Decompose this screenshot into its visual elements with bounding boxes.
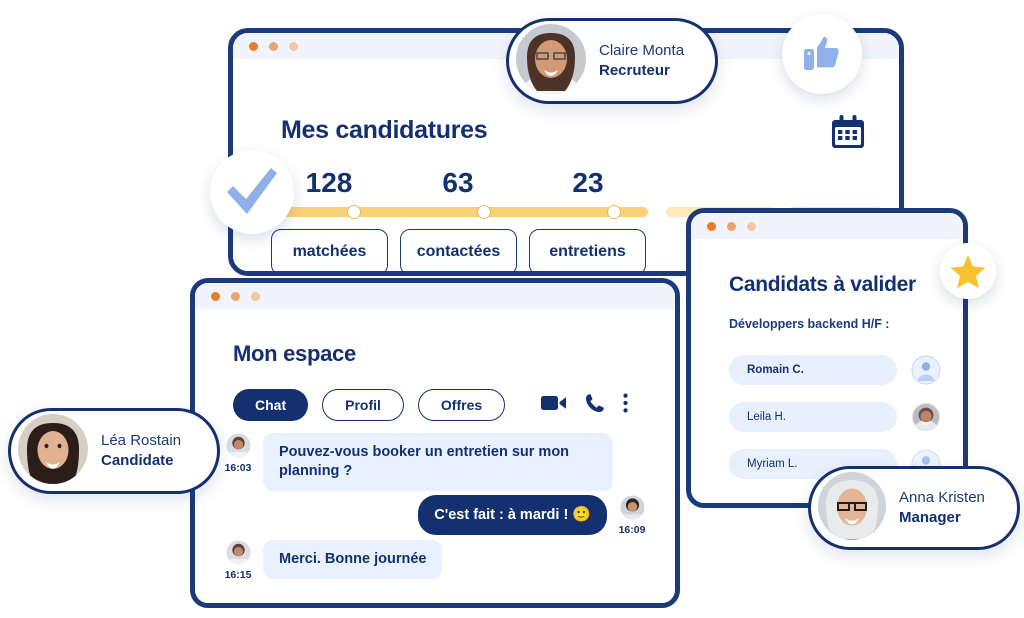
checkmark-badge: [210, 150, 294, 234]
avatar: [911, 402, 941, 432]
tab-bar: Chat Profil Offres: [233, 389, 675, 421]
close-dot[interactable]: [249, 41, 258, 51]
maximize-dot[interactable]: [747, 221, 756, 231]
message-bubble: C'est fait : à mardi ! 🙂: [418, 494, 607, 535]
person-info: Léa Rostain Candidate: [101, 431, 181, 472]
close-dot[interactable]: [211, 291, 220, 301]
illustration-stage: Mes candidatures 128 63 23 matchées cont…: [0, 0, 1024, 618]
candidate-name: Romain C.: [729, 355, 897, 385]
avatar: [515, 23, 587, 100]
calendar-icon[interactable]: [829, 115, 867, 156]
candidats-title: Candidats à valider: [729, 273, 916, 296]
thumbs-up-icon: [804, 36, 839, 70]
message-meta: 16:09: [615, 495, 649, 536]
window-mon-espace: Mon espace Chat Profil Offres 16:03 Pouv…: [190, 278, 680, 608]
more-options-icon[interactable]: [623, 393, 628, 418]
window-titlebar: [195, 283, 675, 309]
avatar: [817, 471, 887, 546]
message-list: 16:03 Pouvez-vous booker un entretien su…: [195, 433, 675, 581]
window-body: Candidats à valider Développers backend …: [691, 273, 963, 481]
person-badge-anna-kristen[interactable]: Anna Kristen Manager: [808, 466, 1020, 550]
avatar: [620, 495, 645, 520]
list-item[interactable]: Leila H.: [691, 400, 963, 434]
maximize-dot[interactable]: [289, 41, 298, 51]
person-info: Anna Kristen Manager: [899, 488, 985, 529]
message-bubble: Pouvez-vous booker un entretien sur mon …: [263, 433, 613, 491]
person-role: Candidate: [101, 452, 174, 469]
message-time: 16:09: [618, 523, 646, 536]
person-name: Léa Rostain: [101, 431, 182, 449]
thumbs-up-badge[interactable]: [782, 14, 862, 94]
avatar: [17, 413, 89, 490]
message-text: C'est fait : à mardi !: [434, 506, 569, 523]
person-name: Claire Monta: [599, 41, 685, 59]
page-title: Mes candidatures: [281, 116, 488, 144]
checkmark-icon: [227, 168, 277, 214]
video-call-icon[interactable]: [541, 394, 567, 417]
minimize-dot[interactable]: [269, 41, 278, 51]
avatar: [226, 540, 251, 565]
message-row-outgoing: C'est fait : à mardi ! 🙂 16:09: [195, 494, 675, 536]
message-bubble: Merci. Bonne journée: [263, 539, 443, 579]
message-meta: 16:03: [221, 433, 255, 474]
tab-profil[interactable]: Profil: [322, 389, 404, 421]
message-time: 16:03: [224, 462, 252, 474]
progress-segment-filled: [258, 207, 648, 217]
smiley-emoji-icon: 🙂: [572, 505, 591, 523]
window-titlebar: [691, 213, 963, 239]
message-row-incoming: 16:15 Merci. Bonne journée: [195, 539, 675, 581]
person-badge-lea-rostain[interactable]: Léa Rostain Candidate: [8, 408, 220, 494]
list-item[interactable]: Romain C.: [691, 353, 963, 387]
tab-offres[interactable]: Offres: [417, 389, 506, 421]
person-name: Anna Kristen: [899, 488, 985, 506]
star-badge: [940, 243, 996, 299]
stat-chip-matchees[interactable]: matchées: [271, 229, 388, 271]
close-dot[interactable]: [707, 221, 716, 231]
progress-node-2[interactable]: [477, 205, 491, 219]
person-info: Claire Monta Recruteur: [599, 41, 684, 82]
candidate-name: Leila H.: [729, 402, 897, 432]
stat-chip-contactees[interactable]: contactées: [400, 229, 517, 271]
person-role: Manager: [899, 509, 961, 526]
progress-node-1[interactable]: [347, 205, 361, 219]
page-title: Mon espace: [233, 341, 356, 366]
candidats-subtitle: Développers backend H/F :: [729, 317, 890, 331]
phone-call-icon[interactable]: [585, 393, 605, 418]
message-meta: 16:15: [221, 540, 255, 581]
call-actions: [541, 393, 628, 418]
minimize-dot[interactable]: [231, 291, 240, 301]
message-row-incoming: 16:03 Pouvez-vous booker un entretien su…: [195, 433, 675, 491]
maximize-dot[interactable]: [251, 291, 260, 301]
minimize-dot[interactable]: [727, 221, 736, 231]
person-role: Recruteur: [599, 62, 670, 79]
person-badge-claire-monta[interactable]: Claire Monta Recruteur: [506, 18, 718, 104]
stat-chip-entretiens[interactable]: entretiens: [529, 229, 646, 271]
stat-value-entretiens: 23: [572, 167, 604, 198]
avatar: [911, 355, 941, 385]
window-candidats-a-valider: Candidats à valider Développers backend …: [686, 208, 968, 508]
star-icon: [950, 254, 986, 288]
window-body: Mon espace Chat Profil Offres 16:03 Pouv…: [195, 341, 675, 581]
candidate-list: Romain C. Leila H. Myriam L.: [691, 353, 963, 481]
message-time: 16:15: [224, 568, 252, 581]
progress-node-3[interactable]: [607, 205, 621, 219]
avatar: [226, 433, 251, 458]
stat-value-contactees: 63: [442, 167, 474, 198]
tab-chat[interactable]: Chat: [233, 389, 309, 421]
